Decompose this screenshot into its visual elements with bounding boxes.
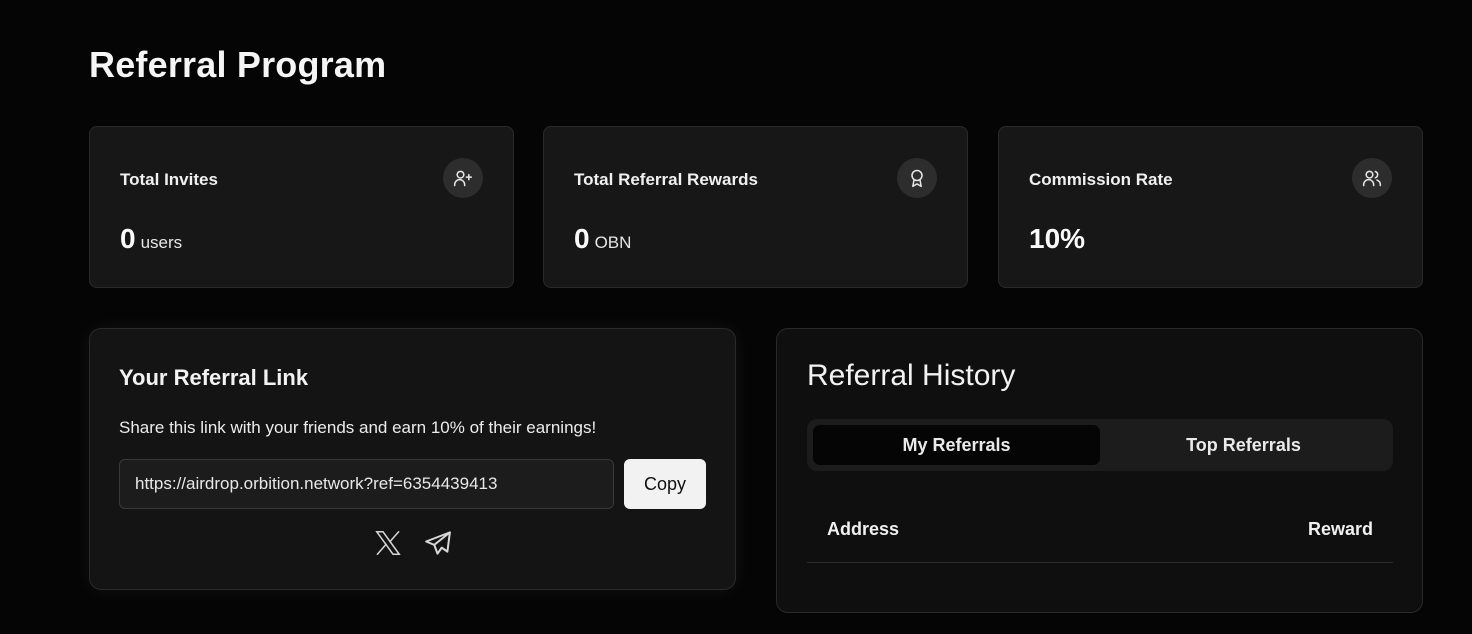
stat-value: 0 OBN — [574, 223, 631, 255]
page-title: Referral Program — [89, 44, 387, 85]
column-header-address: Address — [827, 519, 900, 539]
stat-label: Total Referral Rewards — [574, 170, 758, 189]
referral-link-panel: Your Referral Link Share this link with … — [89, 328, 736, 590]
stat-number: 10% — [1029, 223, 1086, 254]
stat-unit: OBN — [594, 233, 632, 252]
table-header: Address Reward — [807, 519, 1393, 563]
referral-history-panel: Referral History My Referrals Top Referr… — [776, 328, 1423, 613]
stat-card-total-invites: Total Invites 0 users — [89, 126, 514, 288]
stat-number: 0 — [120, 223, 136, 254]
user-plus-icon — [443, 158, 483, 198]
column-header-reward: Reward — [1307, 519, 1373, 539]
telegram-icon[interactable] — [422, 527, 454, 559]
share-icons — [90, 527, 735, 559]
x-twitter-icon[interactable] — [372, 527, 404, 559]
stat-card-total-rewards: Total Referral Rewards 0 OBN — [543, 126, 968, 288]
stat-label: Commission Rate — [1029, 170, 1173, 189]
panel-title: Your Referral Link — [119, 365, 309, 390]
tab-my-referrals[interactable]: My Referrals — [813, 425, 1100, 465]
tab-top-referrals[interactable]: Top Referrals — [1100, 425, 1387, 465]
stat-card-commission-rate: Commission Rate 10% — [998, 126, 1423, 288]
share-description: Share this link with your friends and ea… — [119, 418, 597, 437]
panel-title: Referral History — [807, 359, 1016, 392]
award-icon — [897, 158, 937, 198]
referral-link-input[interactable] — [119, 459, 614, 509]
users-icon — [1352, 158, 1392, 198]
stat-value: 10% — [1029, 223, 1085, 255]
copy-button[interactable]: Copy — [624, 459, 706, 509]
stat-unit: users — [140, 233, 183, 252]
history-tabs: My Referrals Top Referrals — [807, 419, 1393, 471]
stat-label: Total Invites — [120, 170, 218, 189]
stat-value: 0 users — [120, 223, 182, 255]
stat-number: 0 — [574, 223, 590, 254]
